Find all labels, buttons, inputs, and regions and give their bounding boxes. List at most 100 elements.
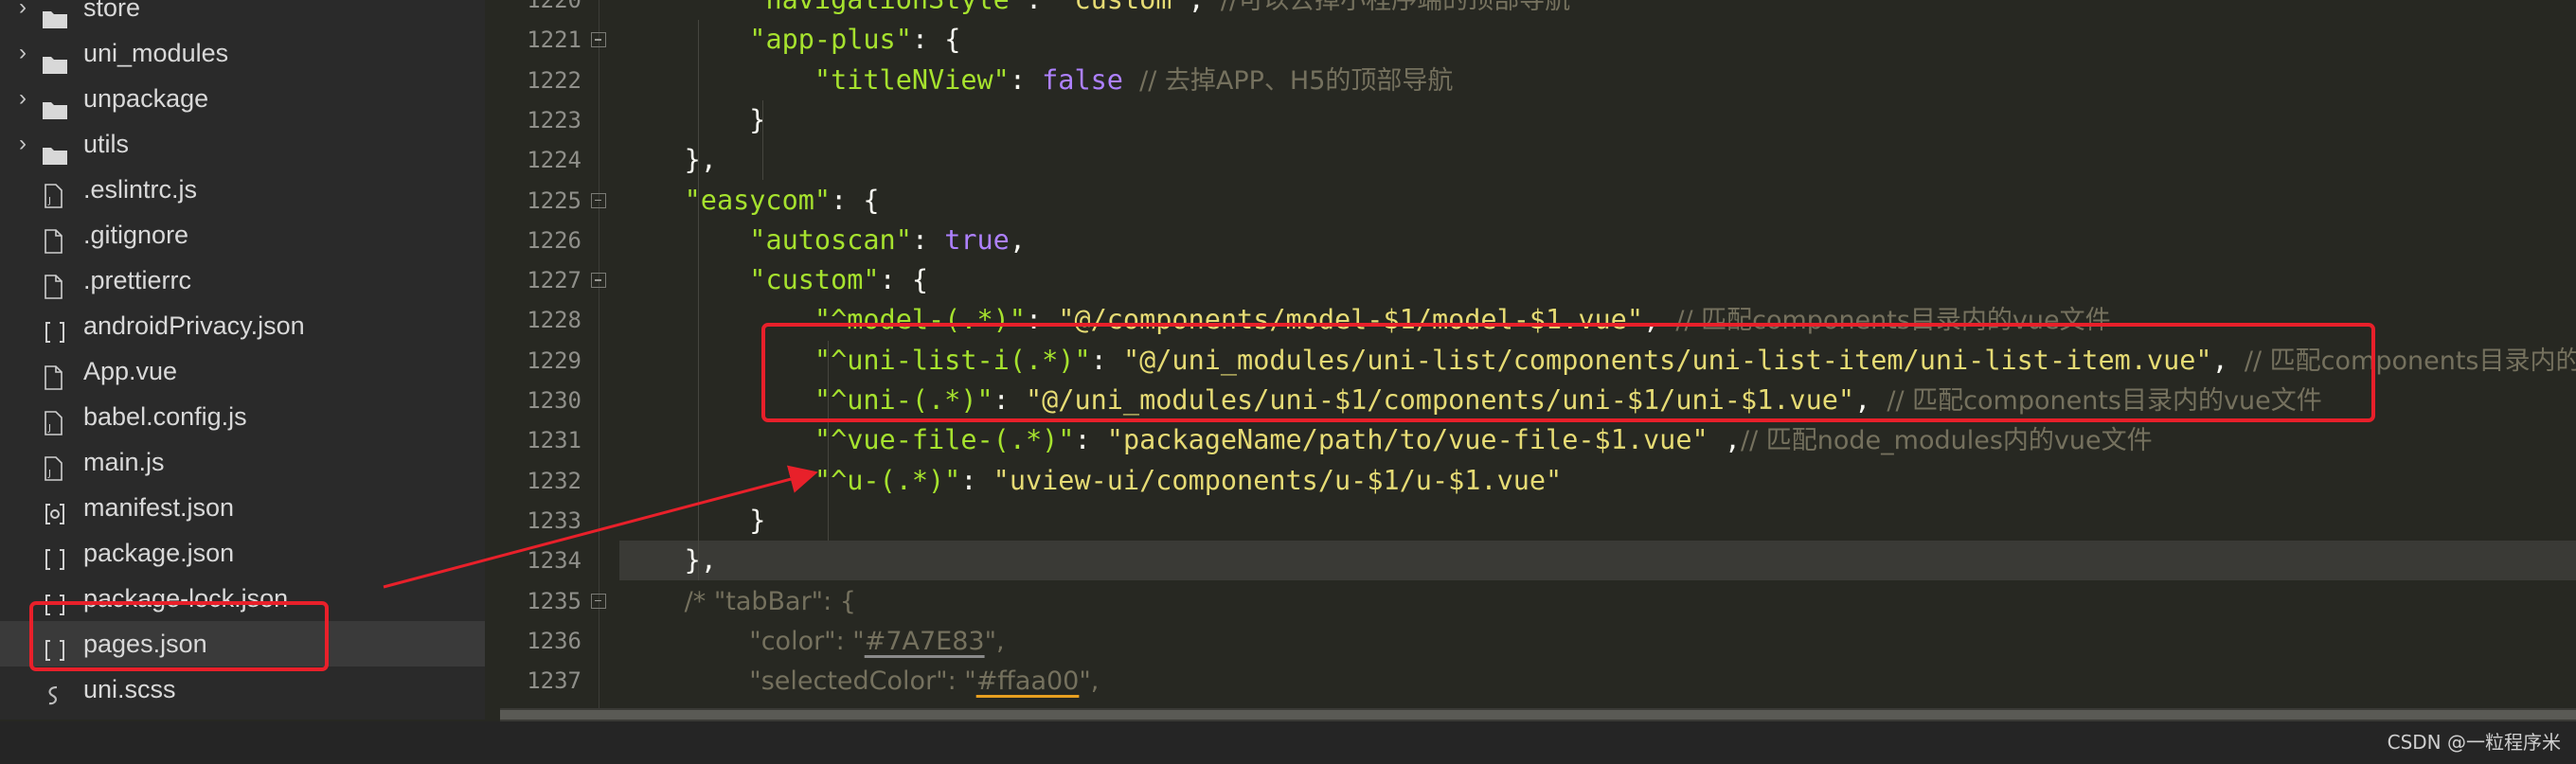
js-file-icon: J <box>44 404 70 435</box>
chevron-right-icon[interactable]: › <box>11 30 34 76</box>
code-line[interactable]: "^vue-file-(.*)": "packageName/path/to/v… <box>619 420 2576 460</box>
code-line[interactable]: "selectedColor": "#ffaa00", <box>619 661 2576 701</box>
code-area[interactable]: "navigationStyle": "custom", //可以去掉小程序端的… <box>619 0 2576 720</box>
code-token: : <box>1090 344 1123 376</box>
code-token: } <box>619 504 766 536</box>
code-token: ", <box>984 626 1005 656</box>
file-item[interactable]: package-lock.json <box>0 576 485 621</box>
line-number: 1234 <box>527 547 581 575</box>
folder-item[interactable]: › uni_modules <box>0 30 485 76</box>
code-line[interactable]: "^u-(.*)": "uview-ui/components/u-$1/u-$… <box>619 461 2576 501</box>
line-number: 1222 <box>527 66 581 94</box>
code-token: , <box>2211 344 2245 376</box>
code-line[interactable]: "titleNView": false // 去掉APP、H5的顶部导航 <box>619 61 2576 100</box>
code-line[interactable]: /* "tabBar": { <box>619 581 2576 621</box>
file-item[interactable]: package.json <box>0 530 485 576</box>
code-token: , <box>1189 0 1221 15</box>
file-name-label: pages.json <box>83 630 207 658</box>
code-token: "@/uni_modules/uni-$1/components/uni-$1/… <box>1025 384 1855 416</box>
file-name-label: utils <box>83 130 130 158</box>
line-number: 1232 <box>527 467 581 494</box>
code-line[interactable]: "autoscan": true, <box>619 221 2576 260</box>
code-line[interactable]: }, <box>619 541 2576 581</box>
fold-toggle-icon[interactable] <box>591 593 606 609</box>
code-token: //可以去掉小程序端的顶部导航 <box>1220 0 1571 15</box>
code-token: : { <box>911 24 961 56</box>
manifest-gear-icon <box>44 495 70 524</box>
code-token: , <box>1643 304 1676 336</box>
code-line[interactable]: "custom": { <box>619 260 2576 300</box>
file-name-label: .eslintrc.js <box>83 175 198 204</box>
file-item[interactable]: Jmain.js <box>0 439 485 485</box>
editor-horizontal-scrollbar[interactable] <box>500 708 2576 721</box>
file-name-label: .prettierrc <box>83 266 192 294</box>
file-icon <box>44 359 70 390</box>
code-editor[interactable]: 1220 1221 1222 1223 1224 1225 1226 1227 1228 1229… <box>500 0 2576 720</box>
chevron-right-icon[interactable]: › <box>11 121 34 167</box>
file-item[interactable]: .gitignore <box>0 212 485 258</box>
code-token: "^model-(.*)" <box>814 304 1026 336</box>
code-token: true <box>944 223 1010 256</box>
code-token: /* "tabBar": { <box>684 586 856 616</box>
svg-text:J: J <box>47 469 51 479</box>
code-token: "uview-ui/components/u-$1/u-$1.vue" <box>993 464 1563 496</box>
line-number: 1230 <box>527 387 581 414</box>
file-item[interactable]: androidPrivacy.json <box>0 303 485 348</box>
code-token: false <box>1042 63 1123 96</box>
code-token: "packageName/path/to/vue-file-$1.vue" <box>1106 424 1708 456</box>
indent-guide <box>697 20 699 581</box>
folder-item[interactable]: › utils <box>0 121 485 167</box>
fold-toggle-icon[interactable] <box>591 273 606 289</box>
code-line[interactable]: "^uni-list-i(.*)": "@/uni_modules/uni-li… <box>619 341 2576 381</box>
json-file-icon <box>44 631 70 661</box>
indent-guide <box>762 99 764 181</box>
code-token: , <box>1708 424 1741 456</box>
csdn-watermark: CSDN @一粒程序米 <box>2387 731 2561 754</box>
code-token: : <box>1026 0 1058 15</box>
code-line[interactable]: } <box>619 501 2576 541</box>
line-number: 1229 <box>527 346 581 374</box>
code-token: "@/components/model-$1/model-$1.vue" <box>1058 304 1644 336</box>
file-item[interactable]: uni.scss <box>0 666 485 712</box>
file-name-label: App.vue <box>83 357 178 385</box>
code-line[interactable]: "color": "#7A7E83", <box>619 621 2576 661</box>
fold-toggle-icon[interactable] <box>591 192 606 208</box>
code-token: ", <box>1079 666 1100 697</box>
code-line[interactable]: }, <box>619 140 2576 180</box>
code-token: } <box>619 103 766 135</box>
file-item[interactable]: App.vue <box>0 348 485 394</box>
file-item[interactable]: J .eslintrc.js <box>0 167 485 212</box>
svg-text:J: J <box>47 423 51 434</box>
folder-item[interactable]: › store <box>0 0 485 30</box>
file-item[interactable]: manifest.json <box>0 485 485 530</box>
file-name-label: babel.config.js <box>83 402 247 431</box>
code-line[interactable]: "^model-(.*)": "@/components/model-$1/mo… <box>619 300 2576 340</box>
code-token: // 匹配components目录内的vue文件 <box>2244 346 2576 376</box>
code-line[interactable]: "navigationStyle": "custom", //可以去掉小程序端的… <box>619 0 2576 20</box>
editor-horizontal-scrollbar-thumb[interactable] <box>500 710 2576 720</box>
chevron-right-icon[interactable]: › <box>11 76 34 121</box>
chevron-right-icon[interactable]: › <box>11 0 34 30</box>
code-line[interactable]: "^uni-(.*)": "@/uni_modules/uni-$1/compo… <box>619 381 2576 420</box>
file-item[interactable]: Jbabel.config.js <box>0 394 485 439</box>
code-token: : <box>911 223 945 256</box>
code-token: "color": " <box>749 626 865 656</box>
code-line[interactable]: "easycom": { <box>619 181 2576 221</box>
file-item[interactable]: .prettierrc <box>0 258 485 303</box>
code-token: "app-plus" <box>749 24 912 56</box>
folder-item[interactable]: › unpackage <box>0 76 485 121</box>
code-line[interactable]: } <box>619 100 2576 140</box>
status-bar: CSDN @一粒程序米 <box>0 721 2576 764</box>
code-line[interactable]: "app-plus": { <box>619 20 2576 60</box>
line-number-gutter: 1220 1221 1222 1223 1224 1225 1226 1227 1228 1229… <box>500 0 619 720</box>
fold-toggle-icon[interactable] <box>591 32 606 48</box>
code-token: "navigationStyle" <box>749 0 1026 15</box>
file-item[interactable]: pages.json <box>0 621 485 666</box>
